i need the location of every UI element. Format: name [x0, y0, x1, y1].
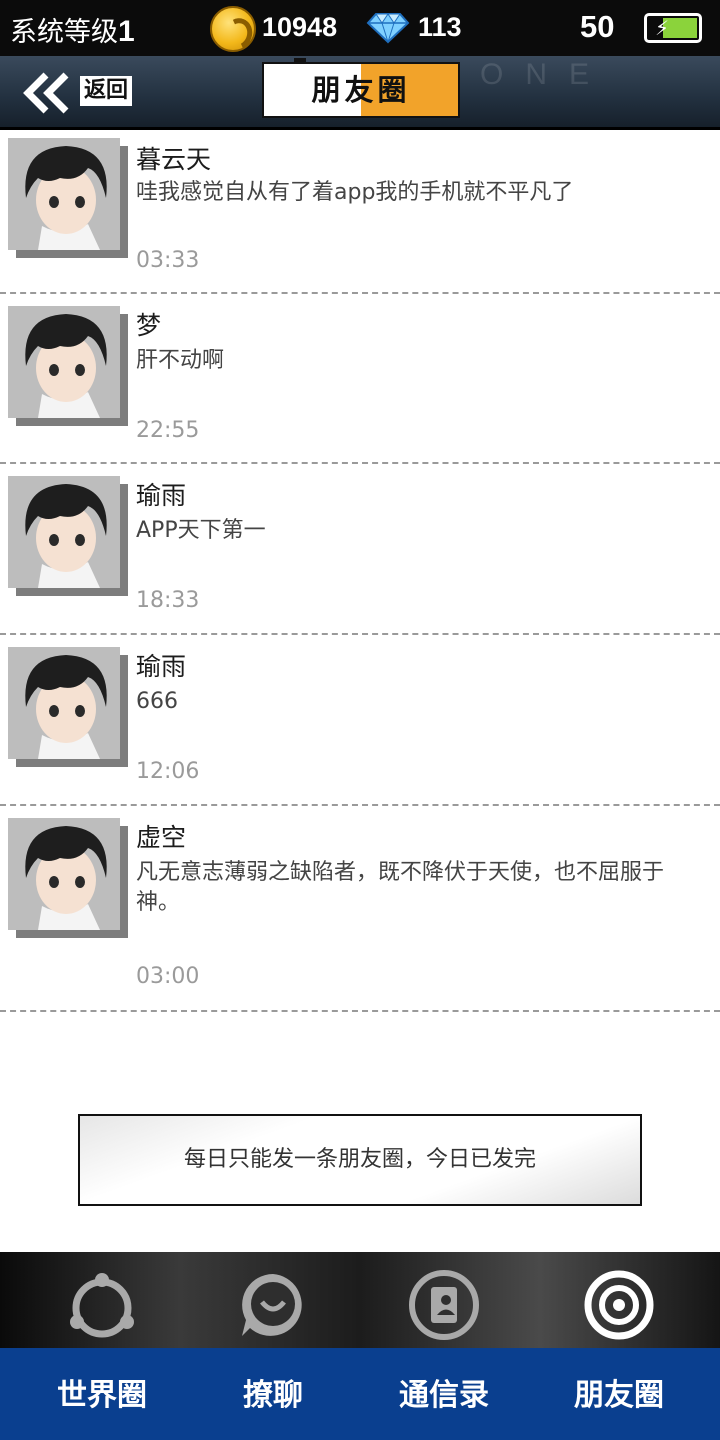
post-author[interactable]: 瑜雨: [136, 647, 186, 683]
post-content: 哇我感觉自从有了着app我的手机就不平凡了: [136, 180, 574, 205]
charging-bolt-icon: ⚡: [655, 16, 670, 40]
avatar-portrait-icon: [8, 138, 120, 250]
nav-item-moments[interactable]: 朋友圈: [529, 1252, 709, 1440]
header-background-decor: ONE: [480, 58, 612, 91]
coin-icon: [210, 6, 256, 52]
share-circle-icon: [70, 1273, 134, 1338]
post-author[interactable]: 虚空: [136, 818, 186, 854]
post-time: 03:33: [136, 248, 200, 273]
post-content: 666: [136, 689, 178, 714]
back-button-label: 返回: [80, 76, 132, 106]
contacts-book-icon: [409, 1270, 479, 1340]
post-item[interactable]: 暮云天 哇我感觉自从有了着app我的手机就不平凡了 03:33: [0, 134, 720, 294]
system-level-value: 1: [118, 15, 135, 48]
nav-item-contacts[interactable]: 通信录: [354, 1252, 534, 1440]
post-item[interactable]: 瑜雨 APP天下第一 18:33: [0, 464, 720, 635]
title-notch: [294, 58, 306, 64]
nav-label: 世界圈: [57, 1378, 147, 1413]
moments-target-icon: [584, 1270, 654, 1340]
avatar[interactable]: [8, 647, 120, 759]
system-level: 系统等级1: [10, 10, 135, 49]
nav-item-chat[interactable]: 撩聊: [183, 1252, 363, 1440]
avatar[interactable]: [8, 476, 120, 588]
nav-label: 朋友圈: [574, 1378, 664, 1413]
system-level-label: 系统等级: [10, 17, 118, 48]
status-bar: 系统等级1 10948 113 50 ⚡: [0, 0, 720, 56]
coin-count: 10948: [262, 12, 338, 42]
post-item[interactable]: 瑜雨 666 12:06: [0, 635, 720, 806]
post-content: 凡无意志薄弱之缺陷者，既不降伏于天使，也不屈服于 神。: [136, 860, 665, 915]
post-author[interactable]: 瑜雨: [136, 476, 186, 512]
moments-feed[interactable]: 暮云天 哇我感觉自从有了着app我的手机就不平凡了 03:33 梦 肝不动啊 2…: [0, 134, 720, 1012]
avatar[interactable]: [8, 138, 120, 250]
back-button[interactable]: 返回: [22, 66, 140, 120]
page-title: 朋友圈: [311, 73, 411, 107]
daily-limit-notice: 每日只能发一条朋友圈，今日已发完: [78, 1114, 642, 1206]
nav-label: 通信录: [399, 1378, 489, 1413]
post-item[interactable]: 虚空 凡无意志薄弱之缺陷者，既不降伏于天使，也不屈服于 神。 03:00: [0, 806, 720, 1012]
bottom-nav: 世界圈 撩聊 通信录 朋友圈: [0, 1252, 720, 1440]
avatar[interactable]: [8, 306, 120, 418]
chat-bubble-icon: [242, 1274, 302, 1336]
post-item[interactable]: 梦 肝不动啊 22:55: [0, 294, 720, 464]
nav-item-world-circle[interactable]: 世界圈: [12, 1252, 192, 1440]
post-time: 18:33: [136, 588, 200, 613]
diamond-icon: [366, 13, 410, 44]
post-time: 12:06: [136, 759, 200, 784]
avatar-portrait-icon: [8, 647, 120, 759]
avatar-portrait-icon: [8, 476, 120, 588]
post-content: APP天下第一: [136, 518, 266, 543]
avatar-portrait-icon: [8, 306, 120, 418]
gem-count: 113: [418, 12, 462, 42]
post-time: 22:55: [136, 418, 200, 443]
post-author[interactable]: 暮云天: [136, 140, 211, 176]
page-title-box: 朋友圈: [262, 58, 460, 118]
nav-label: 撩聊: [243, 1378, 303, 1413]
double-chevron-left-icon: [23, 72, 69, 114]
avatar[interactable]: [8, 818, 120, 930]
battery-icon: ⚡: [644, 13, 702, 43]
post-content: 肝不动啊: [136, 348, 225, 373]
post-author[interactable]: 梦: [136, 306, 161, 342]
post-time: 03:00: [136, 964, 200, 989]
avatar-portrait-icon: [8, 818, 120, 930]
header-bar: ONE 返回 朋友圈: [0, 56, 720, 130]
energy-value: 50: [580, 9, 615, 44]
